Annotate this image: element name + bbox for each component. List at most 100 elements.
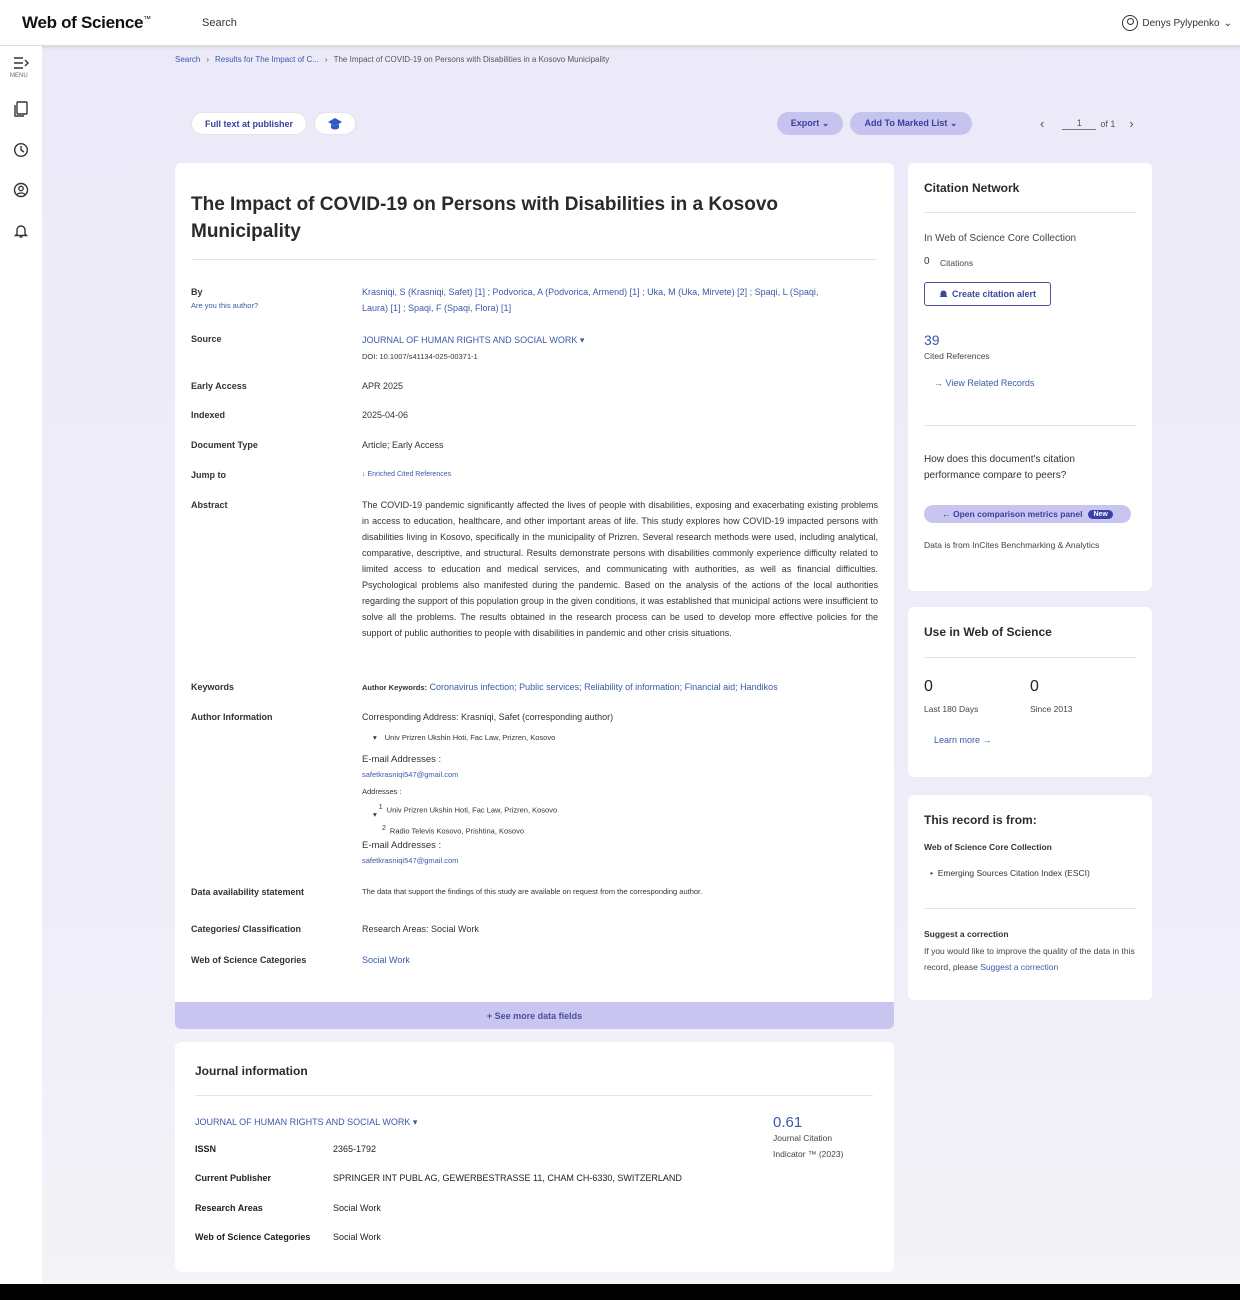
authors-line-1[interactable]: Krasniqi, S (Krasniqi, Safet) [1] ; Podv… <box>362 284 872 300</box>
user-menu[interactable]: Denys Pylypenko ⌄ <box>1122 15 1232 31</box>
logo-text: Web of Science <box>22 13 144 32</box>
document-type-label: Document Type <box>191 440 258 450</box>
wos-categories-link[interactable]: Social Work <box>362 952 410 968</box>
publisher-value: SPRINGER INT PUBL AG, GEWERBESTRASSE 11,… <box>333 1173 682 1183</box>
view-related-records-link[interactable]: → View Related Records <box>934 378 1034 388</box>
email-label-2: E-mail Addresses : <box>362 840 442 851</box>
open-comparison-panel-button[interactable]: ← Open comparison metrics panel New <box>924 505 1131 523</box>
keywords-prefix: Author Keywords: <box>362 683 428 692</box>
page-input[interactable]: 1 <box>1062 118 1097 130</box>
divider <box>924 908 1136 909</box>
citations-count: 0 <box>924 256 930 267</box>
marked-list-icon[interactable] <box>12 100 30 118</box>
divider <box>924 212 1136 213</box>
addresses-label: Addresses : <box>362 787 402 796</box>
since-2013-count: 0 <box>1030 678 1039 695</box>
history-icon[interactable] <box>12 141 30 159</box>
research-areas-label: Research Areas <box>195 1203 263 1213</box>
create-citation-alert-label: Create citation alert <box>951 289 1037 299</box>
data-source-note: Data is from InCites Benchmarking & Anal… <box>924 540 1100 550</box>
journal-name-link[interactable]: JOURNAL OF HUMAN RIGHTS AND SOCIAL WORK … <box>195 1117 417 1128</box>
citation-network-heading: Citation Network <box>924 181 1020 195</box>
issn-value: 2365-1792 <box>333 1144 377 1154</box>
suggest-correction-link[interactable]: Suggest a correction <box>980 962 1058 972</box>
since-2013-label: Since 2013 <box>1030 704 1073 714</box>
learn-more-link[interactable]: Learn more → <box>934 735 992 745</box>
add-to-marked-list-button[interactable]: Add To Marked List ⌄ <box>850 112 972 135</box>
source-label: Source <box>191 334 222 344</box>
last-180-days-count: 0 <box>924 678 933 695</box>
data-availability-value: The data that support the findings of th… <box>362 887 703 896</box>
indexed-value: 2025-04-06 <box>362 410 409 420</box>
chevron-down-icon[interactable]: ▾ <box>373 810 377 819</box>
menu-label: MENU <box>10 73 28 79</box>
breadcrumb-results[interactable]: Results for The Impact of C... <box>215 55 319 64</box>
divider <box>191 259 877 260</box>
breadcrumb-separator: › <box>206 55 210 64</box>
divider <box>924 425 1136 426</box>
next-page-icon[interactable]: › <box>1129 116 1133 131</box>
author-information-label: Author Information <box>191 712 273 722</box>
journal-card: Journal information JOURNAL OF HUMAN RIG… <box>175 1042 894 1272</box>
prev-page-icon[interactable]: ‹ <box>1040 116 1044 131</box>
new-badge: New <box>1088 509 1113 519</box>
address-1-number: 1 <box>378 804 383 811</box>
profile-icon[interactable] <box>12 181 30 199</box>
enriched-cited-references-link[interactable]: ↓ Enriched Cited References <box>362 467 451 483</box>
logo-tm: ™ <box>143 14 151 24</box>
jump-to-label: Jump to <box>191 470 226 480</box>
authors-line-2[interactable]: Laura) [1] ; Spaqi, F (Spaqi, Flora) [1] <box>362 300 511 316</box>
source-journal-link[interactable]: JOURNAL OF HUMAN RIGHTS AND SOCIAL WORK … <box>362 332 584 348</box>
corresponding-address-line[interactable]: ▾ Univ Prizren Ukshin Hoti, Fac Law, Priz… <box>373 730 555 746</box>
collection-label: In Web of Science Core Collection <box>924 233 1077 244</box>
address-2: 2 Radio Televis Kosovo, Prishtina, Kosovo <box>382 821 524 840</box>
keywords: Author Keywords: Coronavirus infection; … <box>362 679 778 696</box>
email-link[interactable]: safetkrasniqi547@gmail.com <box>362 767 458 783</box>
usage-heading: Use in Web of Science <box>924 625 1052 639</box>
by-label: By <box>191 287 203 297</box>
address-1-text: Univ Prizren Ukshin Hoti, Fac Law, Prizr… <box>386 805 558 815</box>
logo[interactable]: Web of Science™ <box>22 13 151 33</box>
corresponding-address: Corresponding Address: Krasniqi, Safet (… <box>362 712 614 722</box>
see-more-fields-button[interactable]: + See more data fields <box>175 1002 894 1029</box>
research-areas-value: Social Work <box>333 1203 381 1213</box>
doi: DOI: 10.1007/s41134-025-00371-1 <box>362 352 478 361</box>
breadcrumb-search[interactable]: Search <box>175 55 200 64</box>
jci-value[interactable]: 0.61 <box>773 1114 802 1131</box>
alerts-icon[interactable] <box>12 222 30 240</box>
breadcrumb-current: The Impact of COVID-19 on Persons with D… <box>333 55 610 64</box>
data-availability-label: Data availability statement <box>191 887 305 897</box>
document-type-value: Article; Early Access <box>362 440 444 450</box>
bell-icon <box>939 290 948 298</box>
record-from-card: This record is from: Web of Science Core… <box>908 795 1152 1000</box>
keywords-label: Keywords <box>191 682 235 692</box>
chevron-down-icon: ▾ <box>373 733 377 742</box>
record-title: The Impact of COVID-19 on Persons with D… <box>191 194 778 242</box>
citations-label: Citations <box>940 258 974 268</box>
last-180-days-label: Last 180 Days <box>924 704 979 714</box>
page-of: of 1 <box>1100 118 1116 129</box>
are-you-author-link[interactable]: Are you this author? <box>191 301 258 310</box>
divider <box>195 1095 873 1096</box>
index-name-text: Emerging Sources Citation Index (ESCI) <box>937 868 1090 878</box>
email-link-2[interactable]: safetkrasniqi547@gmail.com <box>362 853 458 869</box>
suggest-heading: Suggest a correction <box>924 929 1009 939</box>
usage-card: Use in Web of Science 0 Last 180 Days 0 … <box>908 607 1152 777</box>
export-button[interactable]: Export ⌄ <box>777 112 843 135</box>
address-2-number: 2 <box>382 825 386 832</box>
email-label: E-mail Addresses : <box>362 754 442 765</box>
suggest-text: If you would like to improve the quality… <box>924 943 1138 975</box>
full-text-button[interactable]: Full text at publisher <box>191 112 307 135</box>
wos-categories-label: Web of Science Categories <box>191 955 307 965</box>
corresponding-address-text: Univ Prizren Ukshin Hoti, Fac Law, Prizr… <box>384 733 556 742</box>
keyword-links[interactable]: Coronavirus infection; Public services; … <box>430 682 778 692</box>
open-access-button[interactable] <box>314 112 356 135</box>
abstract-label: Abstract <box>191 500 228 510</box>
menu-icon[interactable] <box>12 54 30 72</box>
create-citation-alert-button[interactable]: Create citation alert <box>924 282 1051 306</box>
search-link[interactable]: Search <box>202 17 237 29</box>
cited-references-count[interactable]: 39 <box>924 332 940 348</box>
index-name: • Emerging Sources Citation Index (ESCI) <box>930 868 1090 878</box>
top-bar: Web of Science™ Search Denys Pylypenko ⌄ <box>0 0 1240 46</box>
pager: ‹ 1 of 1 › <box>1040 116 1134 131</box>
